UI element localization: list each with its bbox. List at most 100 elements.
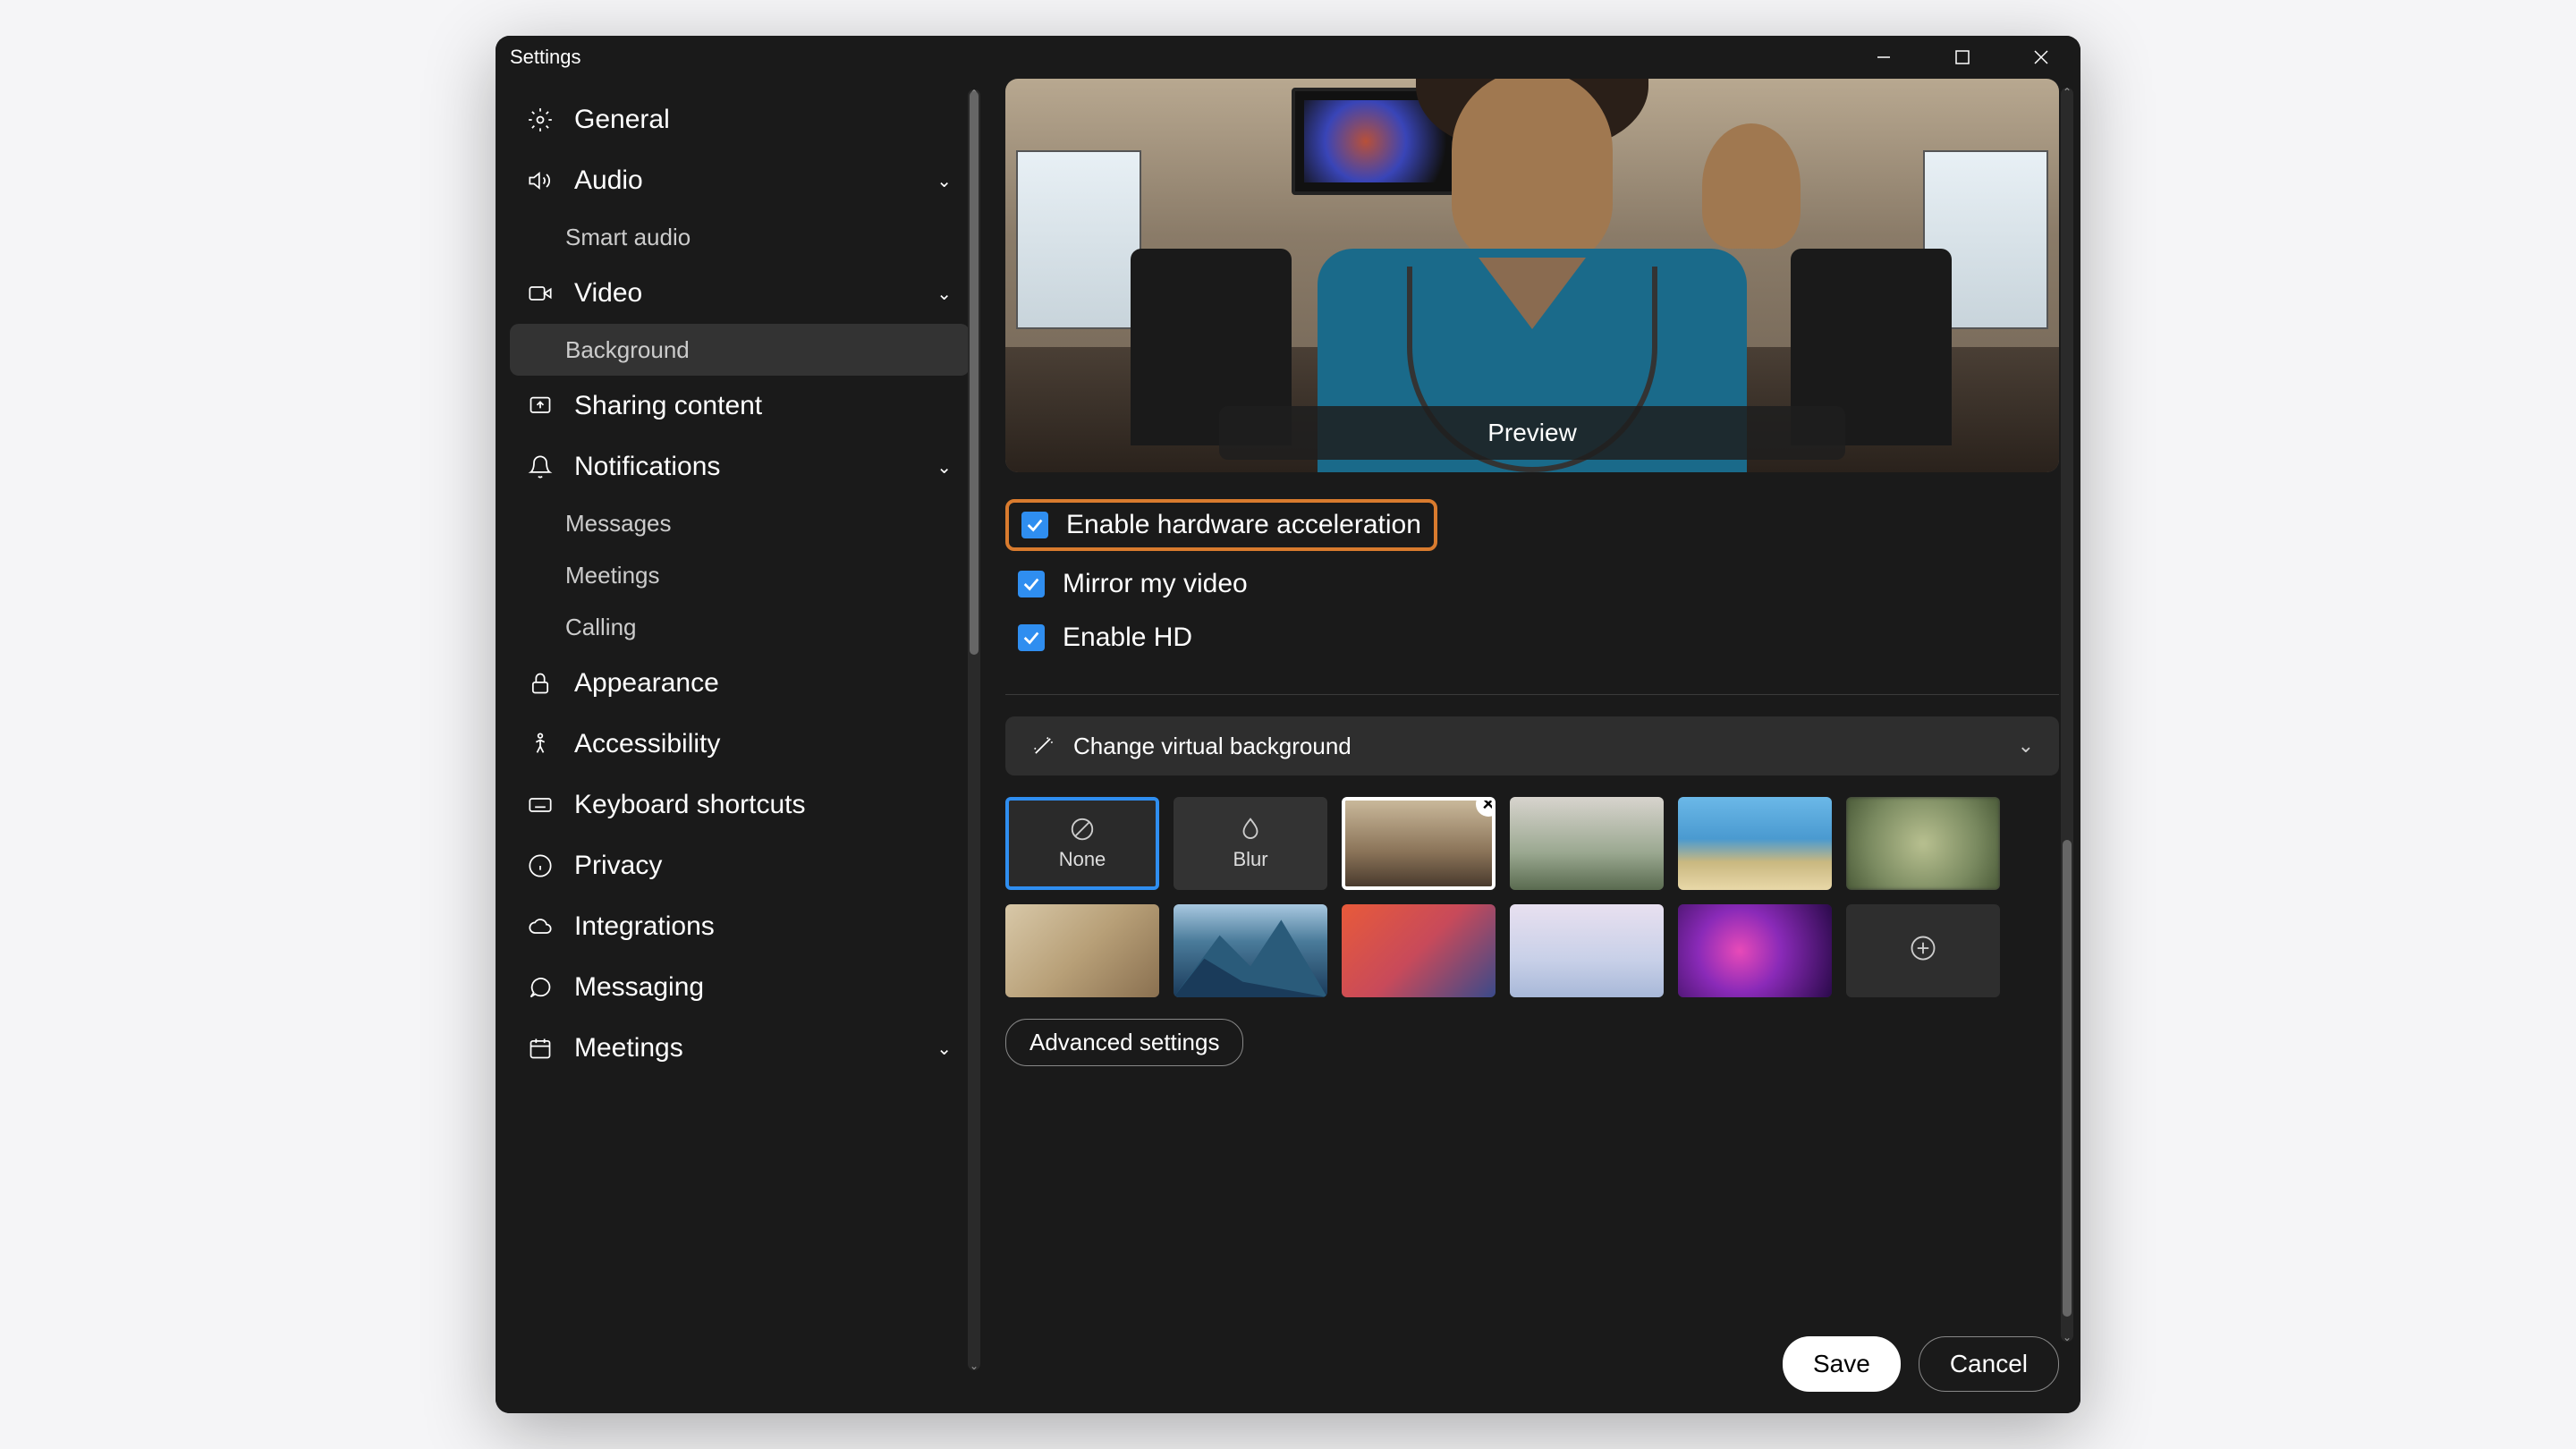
sidebar-item-privacy[interactable]: Privacy — [510, 835, 970, 896]
sidebar: General Audio ⌄ Smart audio Video ⌄ Back… — [496, 79, 984, 1413]
scroll-down-arrow[interactable]: ⌄ — [968, 1360, 980, 1372]
sidebar-item-label: Privacy — [574, 851, 952, 881]
accessibility-icon — [528, 732, 553, 757]
background-thumbnail — [1005, 904, 1159, 997]
none-icon — [1069, 816, 1096, 843]
chevron-down-icon: ⌄ — [2018, 734, 2034, 758]
sidebar-item-keyboard-shortcuts[interactable]: Keyboard shortcuts — [510, 775, 970, 835]
background-tile-office[interactable]: ✕ — [1342, 797, 1496, 890]
settings-window: Settings General Audio ⌄ Smart audio Vid… — [496, 36, 2080, 1413]
main-scrollbar-thumb[interactable] — [2063, 840, 2072, 1317]
tile-label: None — [1059, 848, 1106, 871]
sidebar-item-general[interactable]: General — [510, 89, 970, 150]
sidebar-item-meetings-sub[interactable]: Meetings — [510, 549, 970, 601]
background-tile-mountains[interactable] — [1174, 904, 1327, 997]
scroll-up-arrow[interactable]: ⌃ — [2061, 86, 2073, 98]
background-thumbnail — [1342, 904, 1496, 997]
sidebar-item-sharing-content[interactable]: Sharing content — [510, 376, 970, 436]
background-thumbnail — [1345, 801, 1492, 886]
main-scrollbar[interactable]: ⌃ ⌄ — [2061, 88, 2073, 1342]
background-grid: None Blur ✕ — [1005, 797, 2059, 997]
option-enable-hd[interactable]: Enable HD — [1005, 617, 2059, 658]
cloud-icon — [528, 914, 553, 939]
speaker-icon — [528, 168, 553, 193]
sidebar-item-label: Integrations — [574, 911, 952, 942]
background-thumbnail — [1510, 904, 1664, 997]
scroll-down-arrow[interactable]: ⌄ — [2061, 1331, 2073, 1343]
divider — [1005, 694, 2059, 695]
sidebar-item-calling[interactable]: Calling — [510, 601, 970, 653]
maximize-button[interactable] — [1945, 39, 1980, 75]
checkbox[interactable] — [1018, 571, 1045, 597]
sidebar-item-label: Appearance — [574, 668, 952, 699]
sidebar-item-label: Meetings — [565, 562, 952, 589]
bell-icon — [528, 454, 553, 479]
background-tile-abstract-red[interactable] — [1342, 904, 1496, 997]
sidebar-item-meetings[interactable]: Meetings ⌄ — [510, 1018, 970, 1079]
sidebar-item-label: Sharing content — [574, 391, 952, 421]
option-hardware-acceleration[interactable]: Enable hardware acceleration — [1005, 499, 1437, 551]
calendar-icon — [528, 1036, 553, 1061]
background-tile-add[interactable] — [1846, 904, 2000, 997]
sidebar-item-integrations[interactable]: Integrations — [510, 896, 970, 957]
cancel-button[interactable]: Cancel — [1919, 1336, 2059, 1392]
sidebar-item-label: Accessibility — [574, 729, 952, 759]
background-tile-window-light[interactable] — [1005, 904, 1159, 997]
chevron-down-icon: ⌄ — [936, 456, 952, 479]
sidebar-item-smart-audio[interactable]: Smart audio — [510, 211, 970, 263]
chevron-down-icon: ⌄ — [936, 1038, 952, 1060]
sidebar-item-accessibility[interactable]: Accessibility — [510, 714, 970, 775]
sidebar-item-audio[interactable]: Audio ⌄ — [510, 150, 970, 211]
wand-icon — [1030, 733, 1055, 758]
option-mirror-video[interactable]: Mirror my video — [1005, 564, 2059, 605]
sidebar-item-appearance[interactable]: Appearance — [510, 653, 970, 714]
sidebar-item-notifications[interactable]: Notifications ⌄ — [510, 436, 970, 497]
sidebar-item-messages[interactable]: Messages — [510, 497, 970, 549]
save-button[interactable]: Save — [1783, 1336, 1901, 1392]
window-body: General Audio ⌄ Smart audio Video ⌄ Back… — [496, 79, 2080, 1413]
footer: Save Cancel — [1005, 1301, 2059, 1392]
share-icon — [528, 394, 553, 419]
background-tile-pastel[interactable] — [1510, 904, 1664, 997]
window-title: Settings — [510, 46, 581, 69]
chevron-down-icon: ⌄ — [936, 283, 952, 305]
virtual-background-header[interactable]: Change virtual background ⌄ — [1005, 716, 2059, 775]
preview-button[interactable]: Preview — [1219, 406, 1845, 460]
background-tile-none[interactable]: None — [1005, 797, 1159, 890]
close-button[interactable] — [2023, 39, 2059, 75]
minimize-button[interactable] — [1866, 39, 1902, 75]
sidebar-item-video[interactable]: Video ⌄ — [510, 263, 970, 324]
sidebar-item-label: Keyboard shortcuts — [574, 790, 952, 820]
background-thumbnail — [1678, 904, 1832, 997]
advanced-settings-button[interactable]: Advanced settings — [1005, 1019, 1243, 1066]
background-thumbnail — [1678, 797, 1832, 890]
window-controls — [1866, 39, 2066, 75]
camera-icon — [528, 281, 553, 306]
info-icon — [528, 853, 553, 878]
chevron-down-icon: ⌄ — [936, 170, 952, 192]
video-preview: Preview — [1005, 79, 2059, 472]
option-label: Enable HD — [1063, 623, 1192, 653]
checkbox[interactable] — [1021, 512, 1048, 538]
background-tile-blur[interactable]: Blur — [1174, 797, 1327, 890]
background-tile-beach[interactable] — [1678, 797, 1832, 890]
gear-icon — [528, 107, 553, 132]
sidebar-item-background[interactable]: Background — [510, 324, 970, 376]
sidebar-item-label: Notifications — [574, 452, 915, 482]
checkbox[interactable] — [1018, 624, 1045, 651]
background-tile-space[interactable] — [1678, 904, 1832, 997]
sidebar-item-messaging[interactable]: Messaging — [510, 957, 970, 1018]
background-thumbnail — [1510, 797, 1664, 890]
sidebar-scrollbar-thumb[interactable] — [970, 91, 979, 655]
main-panel: Preview Enable hardware acceleration Mir… — [984, 79, 2080, 1413]
sidebar-scrollbar[interactable]: ⌃ ⌄ — [968, 89, 980, 1370]
titlebar: Settings — [496, 36, 2080, 79]
background-thumbnail — [1846, 797, 2000, 890]
sidebar-item-label: Meetings — [574, 1033, 915, 1063]
option-label: Enable hardware acceleration — [1066, 510, 1421, 540]
tile-label: Blur — [1233, 848, 1267, 871]
sidebar-item-label: Messages — [565, 510, 952, 538]
background-tile-living-room[interactable] — [1510, 797, 1664, 890]
chat-icon — [528, 975, 553, 1000]
background-tile-blur-green[interactable] — [1846, 797, 2000, 890]
